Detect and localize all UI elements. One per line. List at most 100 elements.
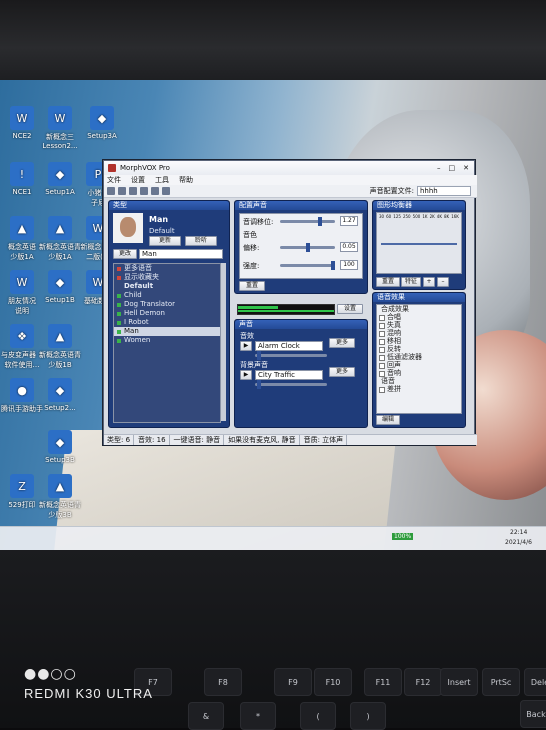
word-icon: W xyxy=(10,106,34,130)
voice-item[interactable]: Women xyxy=(114,336,220,345)
eq-reset-button[interactable]: 重置 xyxy=(376,277,400,287)
zip-icon: Z xyxy=(10,474,34,498)
effects-group-synth[interactable]: 合成效果 xyxy=(377,305,461,313)
keyboard-key[interactable]: F9 xyxy=(274,668,312,696)
effect-item[interactable]: 低通滤波器 xyxy=(377,353,461,361)
mic-icon[interactable] xyxy=(107,187,115,195)
effect-item-sub[interactable]: 差拼 xyxy=(377,385,461,393)
voice-profile-select[interactable]: hhhh xyxy=(417,186,471,196)
favorites-link[interactable]: 显示收藏夹 xyxy=(114,273,220,282)
mic-settings-button[interactable]: 设置 xyxy=(337,304,363,314)
desktop-icon[interactable]: ◆ Setup2... xyxy=(34,378,86,412)
more-voices-link[interactable]: 更多语音 xyxy=(114,264,220,273)
strength-value[interactable]: 100 xyxy=(340,260,358,270)
sfx-select[interactable]: Alarm Clock xyxy=(255,341,323,351)
effect-item[interactable]: 反转 xyxy=(377,345,461,353)
desktop-icon[interactable]: ▲ 新概念英语青 少版1B xyxy=(34,324,86,370)
shift-knob[interactable] xyxy=(306,243,310,252)
keyboard-key[interactable]: Back xyxy=(520,700,546,728)
change-button[interactable]: 更改 xyxy=(113,249,137,259)
eq-add-button[interactable]: + xyxy=(423,277,435,287)
voice-item[interactable]: Man xyxy=(114,327,220,336)
bg-volume-knob[interactable] xyxy=(257,380,261,389)
keyboard-key[interactable]: * xyxy=(240,702,276,730)
voice-list-scrollbar[interactable] xyxy=(221,263,226,421)
desktop-icon[interactable]: ◆ Setup3B xyxy=(34,430,86,464)
update-button[interactable]: 更新 xyxy=(149,236,181,246)
desktop-icon[interactable]: ◆ Setup3A xyxy=(76,106,128,140)
menu-tools[interactable]: 工具 xyxy=(155,175,169,185)
sfx-play-button[interactable]: ▶ xyxy=(240,341,252,351)
effect-item[interactable]: 合唱 xyxy=(377,313,461,321)
more-voices-label: 更多语音 xyxy=(124,264,152,272)
clock-time[interactable]: 22:14 xyxy=(510,529,527,536)
eq-feature-button[interactable]: 特征 xyxy=(401,277,421,287)
bg-more-button[interactable]: 更多 xyxy=(329,367,355,377)
desktop-icon[interactable]: ▲ 新概念英语青 少版3B xyxy=(34,474,86,520)
tweak-panel: 配置声音 音调移位: 1.27 音色 偏移: 0.05 强度: 100 重置 xyxy=(234,200,368,294)
battery-badge[interactable]: 100% xyxy=(392,533,414,540)
voice-item[interactable]: Dog Translator xyxy=(114,300,220,309)
menu-help[interactable]: 帮助 xyxy=(179,175,193,185)
voice-profile: 声音配置文件: hhhh xyxy=(370,186,471,196)
voice-item[interactable]: Hell Demon xyxy=(114,309,220,318)
pitch-slider[interactable] xyxy=(280,217,335,226)
eq-band-label: 30 xyxy=(379,214,385,219)
keyboard-key[interactable]: PrtSc xyxy=(482,668,520,696)
keyboard-key[interactable]: & xyxy=(188,702,224,730)
keyboard-key[interactable]: ) xyxy=(350,702,386,730)
voice-mode-select[interactable]: Man xyxy=(139,249,223,259)
effect-item[interactable]: 音响 xyxy=(377,369,461,377)
maximize-icon[interactable]: □ xyxy=(449,164,456,172)
voice-item[interactable]: Child xyxy=(114,291,220,300)
bg-play-button[interactable]: ▶ xyxy=(240,370,252,380)
close-icon[interactable]: ✕ xyxy=(463,164,469,172)
bg-select[interactable]: City Traffic xyxy=(255,370,323,380)
tweak-reset-button[interactable]: 重置 xyxy=(239,281,265,291)
voice-status-icon xyxy=(117,339,121,343)
keyboard-key[interactable]: ( xyxy=(300,702,336,730)
pitch-value[interactable]: 1.27 xyxy=(340,216,358,226)
menu-settings[interactable]: 设置 xyxy=(131,175,145,185)
effects-edit-button[interactable]: 编辑 xyxy=(376,415,400,425)
effect-item[interactable]: 失真 xyxy=(377,321,461,329)
listen-button[interactable]: 聆听 xyxy=(185,236,217,246)
eq-band-label: 60 xyxy=(386,214,392,219)
keyboard-key[interactable]: Insert xyxy=(440,668,478,696)
bg-volume-slider[interactable] xyxy=(255,380,327,389)
strength-knob[interactable] xyxy=(331,261,335,270)
title-bar[interactable]: MorphVOX Pro – □ ✕ xyxy=(104,161,474,175)
pkg-icon: ◆ xyxy=(48,430,72,454)
keyboard-key[interactable]: Dele xyxy=(524,668,546,696)
voice-item[interactable]: I Robot xyxy=(114,318,220,327)
pitch-knob[interactable] xyxy=(318,217,322,226)
shift-value[interactable]: 0.05 xyxy=(340,242,358,252)
keyboard-key[interactable]: F11 xyxy=(364,668,402,696)
voice-group[interactable]: Default xyxy=(114,282,220,291)
eq-band-label: 8K xyxy=(444,214,450,219)
voice-item-label: Child xyxy=(124,291,142,299)
sfx-volume-knob[interactable] xyxy=(257,351,261,360)
shift-slider[interactable] xyxy=(280,243,335,252)
sfx-volume-slider[interactable] xyxy=(255,351,327,360)
eq-remove-button[interactable]: – xyxy=(437,277,449,287)
effect-item[interactable]: 回声 xyxy=(377,361,461,369)
record-icon[interactable] xyxy=(129,187,137,195)
effect-item[interactable]: 移相 xyxy=(377,337,461,345)
minimize-icon[interactable]: – xyxy=(437,164,441,172)
keyboard-key[interactable]: F10 xyxy=(314,668,352,696)
eq-curve[interactable] xyxy=(381,243,457,245)
settings-icon[interactable] xyxy=(151,187,159,195)
speaker-icon[interactable] xyxy=(118,187,126,195)
keyboard-key[interactable]: F12 xyxy=(404,668,442,696)
play-icon[interactable] xyxy=(140,187,148,195)
strength-slider[interactable] xyxy=(280,261,335,270)
sfx-more-button[interactable]: 更多 xyxy=(329,338,355,348)
effect-item[interactable]: 混响 xyxy=(377,329,461,337)
effects-group-voice[interactable]: 语音 xyxy=(377,377,461,385)
keyboard-key[interactable]: F8 xyxy=(204,668,242,696)
laptop-screen: W NCE2 W 新概念三 Lesson2... ◆ Setup3A! NCE1 ◆ Setup… xyxy=(0,80,546,550)
menu-file[interactable]: 文件 xyxy=(107,175,121,185)
clock-date[interactable]: 2021/4/6 xyxy=(505,539,532,546)
help-icon[interactable] xyxy=(162,187,170,195)
